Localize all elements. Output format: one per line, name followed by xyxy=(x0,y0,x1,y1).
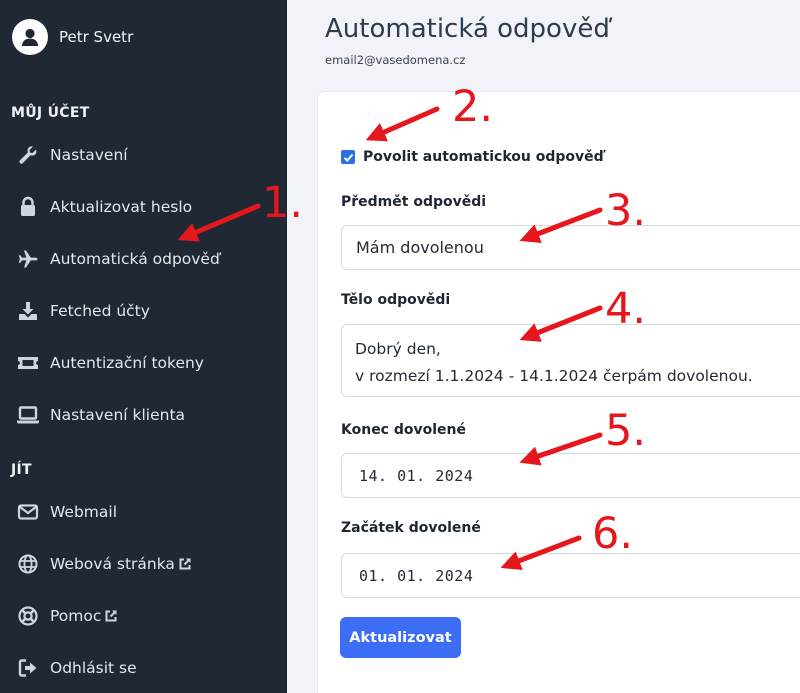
annotation-label-3: 3. xyxy=(605,186,647,236)
annotation-arrow-1 xyxy=(177,203,261,242)
annotation-arrow-4 xyxy=(519,305,603,342)
annotation-arrow-2 xyxy=(365,106,440,142)
annotation-label-4: 4. xyxy=(605,284,647,334)
annotation-arrows xyxy=(177,106,603,571)
annotation-label-1: 1. xyxy=(262,178,304,228)
annotation-arrow-6 xyxy=(500,535,582,571)
annotation-label-5: 5. xyxy=(605,406,647,456)
annotation-arrow-3 xyxy=(519,207,603,244)
annotation-label-2: 2. xyxy=(452,82,494,132)
annotation-label-6: 6. xyxy=(592,509,634,559)
annotation-arrow-5 xyxy=(519,432,603,466)
